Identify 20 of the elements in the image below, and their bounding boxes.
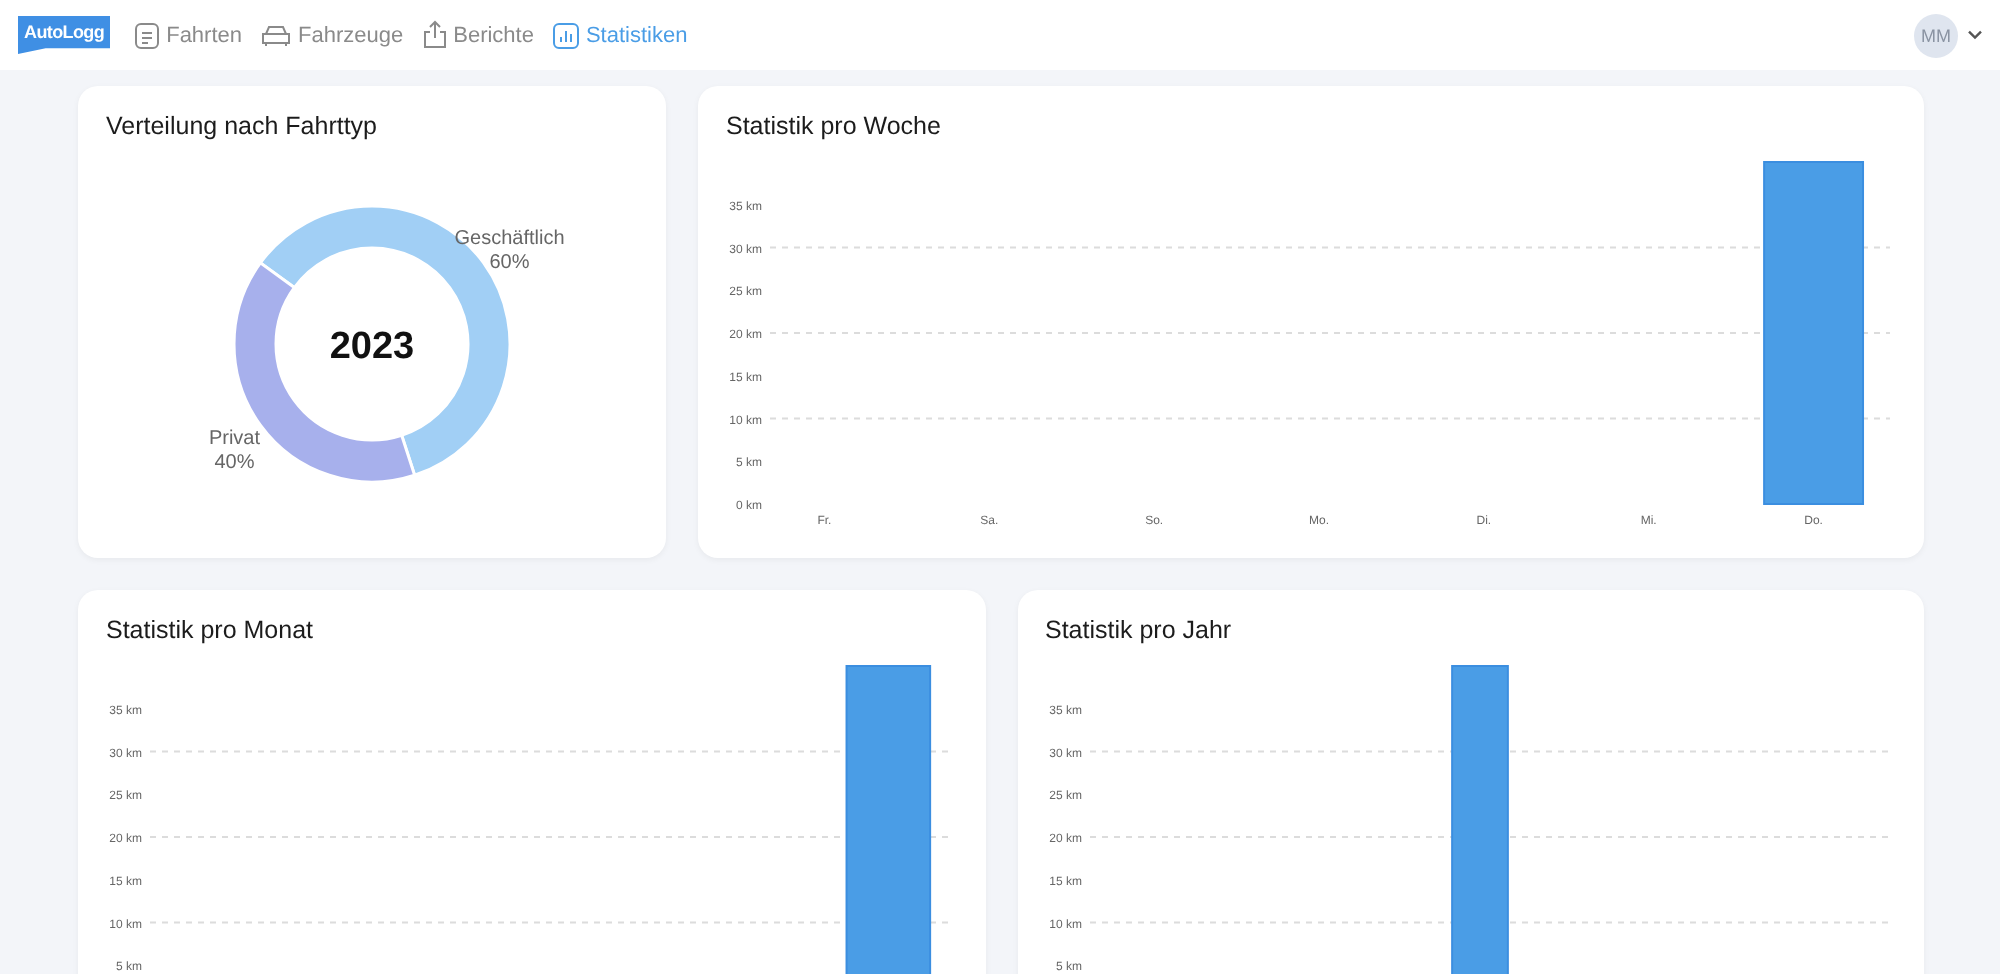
card-title: Statistik pro Woche <box>726 110 943 142</box>
card-title: Statistik pro Monat <box>106 614 316 646</box>
user-avatar[interactable]: MM <box>1914 13 1958 57</box>
segment-value: 60% <box>489 252 530 275</box>
nav-tab[interactable]: Fahrten <box>134 20 243 50</box>
bar-chart-icon <box>551 21 580 49</box>
nav-tab[interactable]: Statistiken <box>551 20 688 50</box>
nav-tab[interactable]: Fahrzeuge <box>260 20 404 50</box>
card-title: Verteilung nach Fahrttyp <box>106 110 379 142</box>
logo[interactable]: AutoLogg <box>18 16 111 54</box>
segment-label: Geschäftlich <box>454 228 565 251</box>
card-title: Statistik pro Jahr <box>1045 614 1234 646</box>
nav-tab[interactable]: Berichte <box>421 20 534 50</box>
car-icon <box>260 23 293 47</box>
segment-label: Privat <box>208 427 261 450</box>
segment-value: 40% <box>214 451 255 474</box>
share-icon <box>421 20 448 50</box>
chevron-down-icon[interactable] <box>1968 30 1982 40</box>
document-icon <box>134 21 161 49</box>
donut-center-year: 2023 <box>329 326 415 368</box>
